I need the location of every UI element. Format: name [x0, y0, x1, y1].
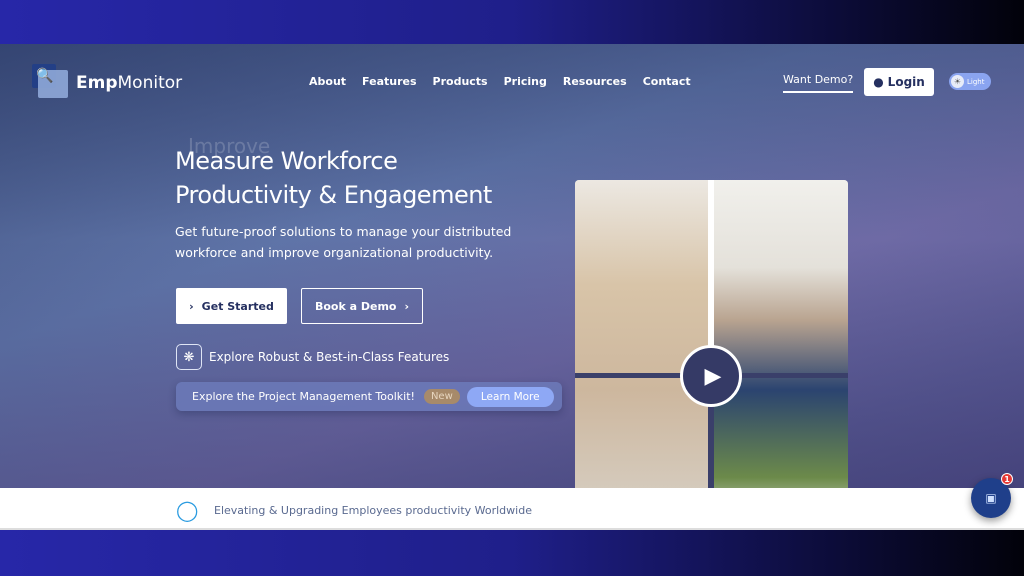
network-icon: ❋ [176, 344, 202, 370]
nav-contact[interactable]: Contact [643, 75, 691, 88]
chevron-right-icon: › [189, 299, 194, 313]
get-started-button[interactable]: › Get Started [176, 288, 287, 324]
nav-resources[interactable]: Resources [563, 75, 627, 88]
nav-products[interactable]: Products [433, 75, 488, 88]
trust-strip: ◯ Elevating & Upgrading Employees produc… [0, 488, 1024, 530]
browser-frame-bottom [0, 530, 1024, 576]
browser-frame-top [0, 0, 1024, 44]
nav-about[interactable]: About [309, 75, 346, 88]
unread-badge: 1 [1001, 473, 1013, 485]
play-icon[interactable]: ▶ [680, 345, 742, 407]
hero-title: Measure Workforce Productivity & Engageme… [175, 147, 492, 209]
theme-toggle[interactable]: ☀ Light [949, 73, 991, 90]
want-demo-link[interactable]: Want Demo? [783, 73, 854, 93]
logo-icon: 🔍 [32, 64, 70, 102]
shield-check-icon: ◯ [176, 498, 199, 522]
nav-pricing[interactable]: Pricing [504, 75, 547, 88]
book-demo-button[interactable]: Book a Demo › [301, 288, 423, 324]
chat-icon: ▣ [985, 491, 997, 505]
nav-features[interactable]: Features [362, 75, 416, 88]
toolkit-banner: Explore the Project Management Toolkit! … [176, 382, 562, 411]
learn-more-button[interactable]: Learn More [466, 386, 554, 407]
main-nav: About Features Products Pricing Resource… [309, 75, 691, 88]
explore-features-link[interactable]: ❋ Explore Robust & Best-in-Class Features [176, 344, 449, 370]
login-button[interactable]: ● Login [864, 68, 934, 96]
landing-page: 🔍 EmpMonitor About Features Products Pri… [0, 44, 1024, 530]
logo[interactable]: 🔍 EmpMonitor [32, 64, 182, 102]
brand-name: EmpMonitor [76, 73, 183, 93]
hero-subtitle: Get future-proof solutions to manage you… [175, 224, 512, 260]
sun-icon: ☀ [951, 75, 964, 88]
new-badge: New [423, 389, 460, 404]
user-icon: ● [873, 75, 884, 89]
hero-video[interactable]: ▶ [575, 180, 848, 530]
chevron-right-icon: › [404, 299, 410, 313]
